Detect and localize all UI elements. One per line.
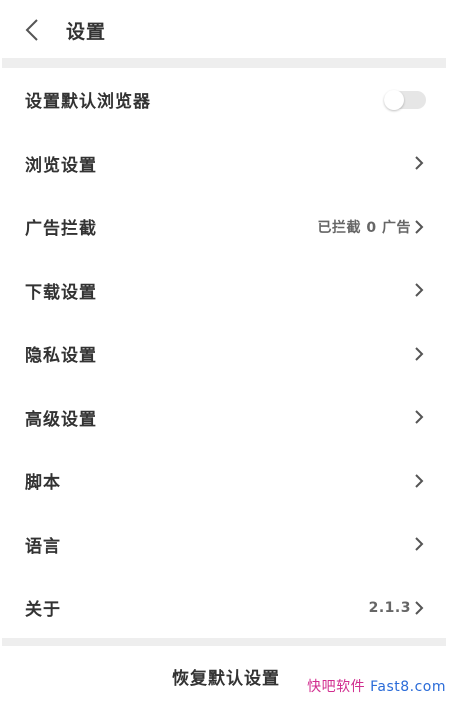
chevron-right-icon	[415, 474, 424, 488]
setting-label: 广告拦截	[25, 219, 97, 240]
setting-label: 高级设置	[25, 409, 97, 430]
chevron-right-icon	[415, 220, 424, 234]
chevron-right-icon	[415, 283, 424, 297]
watermark-text: 快吧软件	[307, 679, 366, 695]
setting-row-language[interactable]: 语言	[0, 513, 452, 577]
restore-defaults-label: 恢复默认设置	[172, 668, 280, 689]
toggle-knob	[384, 89, 404, 110]
setting-label: 语言	[25, 536, 61, 557]
setting-row-browsing[interactable]: 浏览设置	[0, 132, 452, 196]
chevron-right-icon	[415, 347, 424, 361]
setting-label: 关于	[25, 600, 61, 621]
page-title: 设置	[66, 21, 107, 43]
setting-label: 设置默认浏览器	[25, 92, 151, 113]
top-bar: 设置	[0, 0, 452, 58]
setting-row-about[interactable]: 关于 2.1.3	[0, 576, 452, 640]
default-browser-toggle[interactable]	[384, 89, 426, 110]
chevron-right-icon	[415, 537, 424, 551]
chevron-right-icon	[415, 410, 424, 424]
settings-list: 设置默认浏览器 浏览设置 广告拦截 已拦截 0 广告 下载设置 隐私设置 高级设…	[0, 68, 452, 640]
app-version: 2.1.3	[368, 599, 411, 616]
setting-label: 脚本	[25, 473, 61, 494]
setting-label: 下载设置	[25, 282, 97, 303]
watermark: 快吧软件 Fast8.com	[307, 676, 446, 696]
setting-row-privacy[interactable]: 隐私设置	[0, 322, 452, 386]
section-divider	[2, 638, 446, 646]
setting-label: 浏览设置	[25, 155, 97, 176]
setting-row-ad-block[interactable]: 广告拦截 已拦截 0 广告	[0, 195, 452, 259]
ad-block-count: 已拦截 0 广告	[317, 219, 411, 236]
watermark-domain: Fast8.com	[365, 679, 446, 695]
chevron-right-icon	[415, 601, 424, 615]
setting-row-advanced[interactable]: 高级设置	[0, 386, 452, 450]
section-divider	[2, 58, 446, 68]
setting-row-download[interactable]: 下载设置	[0, 259, 452, 323]
setting-row-default-browser[interactable]: 设置默认浏览器	[0, 68, 452, 132]
setting-row-scripts[interactable]: 脚本	[0, 449, 452, 513]
setting-label: 隐私设置	[25, 346, 97, 367]
chevron-right-icon	[415, 156, 424, 170]
back-arrow-icon[interactable]	[22, 18, 42, 42]
